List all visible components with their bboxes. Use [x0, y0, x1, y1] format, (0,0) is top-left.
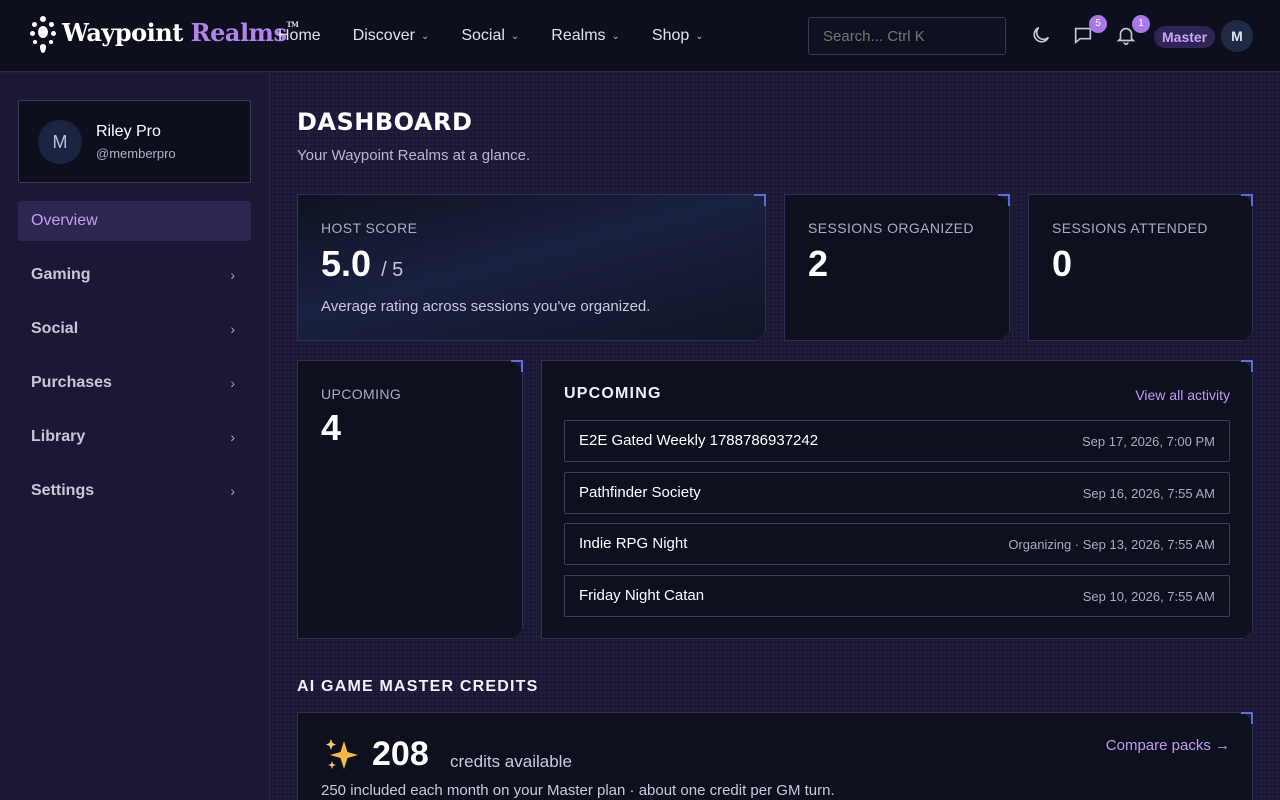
- search-input[interactable]: [808, 17, 1006, 55]
- upcoming-panel: UPCOMING View all activity E2E Gated Wee…: [541, 360, 1253, 639]
- view-all-activity-link[interactable]: View all activity: [1135, 387, 1230, 403]
- brand-logo[interactable]: Waypoint RealmsTM: [30, 14, 299, 54]
- nav-social[interactable]: Social ⌄: [461, 27, 519, 45]
- sessions-organized-value: 2: [808, 243, 829, 284]
- sidebar-item-gaming[interactable]: Gaming ›: [18, 255, 251, 295]
- card-corner-accent: [754, 194, 766, 206]
- list-item[interactable]: E2E Gated Weekly 1788786937242 Sep 17, 2…: [564, 420, 1230, 462]
- host-score-value: 5.0 / 5: [321, 243, 404, 284]
- chevron-right-icon: ›: [230, 321, 235, 337]
- brand-name: Waypoint RealmsTM: [62, 17, 299, 47]
- messages-badge: 5: [1089, 15, 1107, 33]
- sessions-attended-card: SESSIONS ATTENDED 0: [1028, 194, 1253, 341]
- notifications-badge: 1: [1132, 15, 1150, 33]
- sidebar-item-social[interactable]: Social ›: [18, 309, 251, 349]
- event-name: Indie RPG Night: [579, 535, 688, 552]
- chevron-right-icon: ›: [230, 267, 235, 283]
- sessions-attended-label: SESSIONS ATTENDED: [1052, 220, 1208, 236]
- top-navbar: Waypoint RealmsTM Home Discover ⌄ Social ⌄…: [0, 0, 1280, 72]
- nav-shop[interactable]: Shop ⌄: [652, 27, 704, 45]
- card-corner-accent: [1241, 712, 1253, 724]
- event-date: Organizing · Sep 13, 2026, 7:55 AM: [1008, 537, 1215, 552]
- event-date: Sep 10, 2026, 7:55 AM: [1082, 589, 1215, 604]
- card-corner-accent: [1241, 194, 1253, 206]
- nav-discover[interactable]: Discover ⌄: [353, 27, 430, 45]
- event-name: E2E Gated Weekly 1788786937242: [579, 432, 819, 449]
- card-corner-accent: [998, 194, 1010, 206]
- sessions-organized-label: SESSIONS ORGANIZED: [808, 220, 974, 236]
- sidebar: M Riley Pro @memberpro Overview Gaming › …: [0, 73, 270, 800]
- credits-card: 208 credits available 250 included each …: [297, 712, 1253, 800]
- event-name: Friday Night Catan: [579, 587, 705, 604]
- nav-home[interactable]: Home: [278, 27, 321, 45]
- sidebar-item-settings[interactable]: Settings ›: [18, 471, 251, 511]
- profile-card[interactable]: M Riley Pro @memberpro: [18, 100, 251, 183]
- card-corner-accent: [1241, 360, 1253, 372]
- notifications-button[interactable]: 1: [1115, 15, 1150, 48]
- chevron-right-icon: ›: [230, 429, 235, 445]
- chevron-down-icon: ⌄: [695, 30, 704, 42]
- sidebar-item-purchases[interactable]: Purchases ›: [18, 363, 251, 403]
- nav-realms[interactable]: Realms ⌄: [551, 27, 620, 45]
- role-badge: Master: [1154, 26, 1216, 48]
- host-score-desc: Average rating across sessions you've or…: [321, 298, 651, 315]
- logo-mark-icon: [30, 14, 56, 54]
- sessions-attended-value: 0: [1052, 243, 1073, 284]
- event-name: Pathfinder Society: [579, 484, 701, 501]
- credits-label: credits available: [450, 752, 572, 771]
- messages-button[interactable]: 5: [1072, 15, 1107, 48]
- list-item[interactable]: Indie RPG Night Organizing · Sep 13, 202…: [564, 523, 1230, 565]
- moon-icon: [1033, 26, 1050, 43]
- chevron-right-icon: ›: [230, 375, 235, 391]
- host-score-card: HOST SCORE 5.0 / 5 Average rating across…: [297, 194, 766, 341]
- upcoming-count-value: 4: [321, 407, 342, 448]
- chevron-down-icon: ⌄: [611, 30, 620, 42]
- chevron-down-icon: ⌄: [510, 30, 520, 42]
- avatar: M: [38, 120, 82, 164]
- upcoming-panel-title: UPCOMING: [564, 385, 662, 402]
- upcoming-count-card: UPCOMING 4: [297, 360, 523, 639]
- sessions-organized-card: SESSIONS ORGANIZED 2: [784, 194, 1010, 341]
- profile-handle: @memberpro: [96, 146, 176, 161]
- card-corner-accent: [511, 360, 523, 372]
- host-score-label: HOST SCORE: [321, 220, 418, 236]
- chevron-right-icon: ›: [230, 483, 235, 499]
- list-item[interactable]: Pathfinder Society Sep 16, 2026, 7:55 AM: [564, 472, 1230, 514]
- theme-toggle-button[interactable]: [1030, 24, 1054, 48]
- compare-packs-link[interactable]: Compare packs →: [1106, 737, 1230, 754]
- main-nav: Home Discover ⌄ Social ⌄ Realms ⌄ Shop ⌄: [278, 0, 736, 72]
- page-subtitle: Your Waypoint Realms at a glance.: [297, 147, 531, 164]
- credits-section-title: AI GAME MASTER CREDITS: [297, 678, 539, 695]
- sidebar-item-library[interactable]: Library ›: [18, 417, 251, 457]
- sidebar-item-overview[interactable]: Overview: [18, 201, 251, 241]
- upcoming-count-label: UPCOMING: [321, 386, 402, 402]
- chevron-down-icon: ⌄: [420, 30, 430, 42]
- user-avatar[interactable]: M: [1221, 20, 1253, 52]
- credits-amount: 208: [372, 735, 429, 773]
- event-date: Sep 16, 2026, 7:55 AM: [1082, 486, 1215, 501]
- event-date: Sep 17, 2026, 7:00 PM: [1082, 434, 1215, 449]
- sparkles-icon: [324, 737, 362, 773]
- list-item[interactable]: Friday Night Catan Sep 10, 2026, 7:55 AM: [564, 575, 1230, 617]
- credits-desc: 250 included each month on your Master p…: [321, 782, 835, 799]
- page-title: DASHBOARD: [297, 108, 473, 136]
- profile-name: Riley Pro: [96, 123, 161, 140]
